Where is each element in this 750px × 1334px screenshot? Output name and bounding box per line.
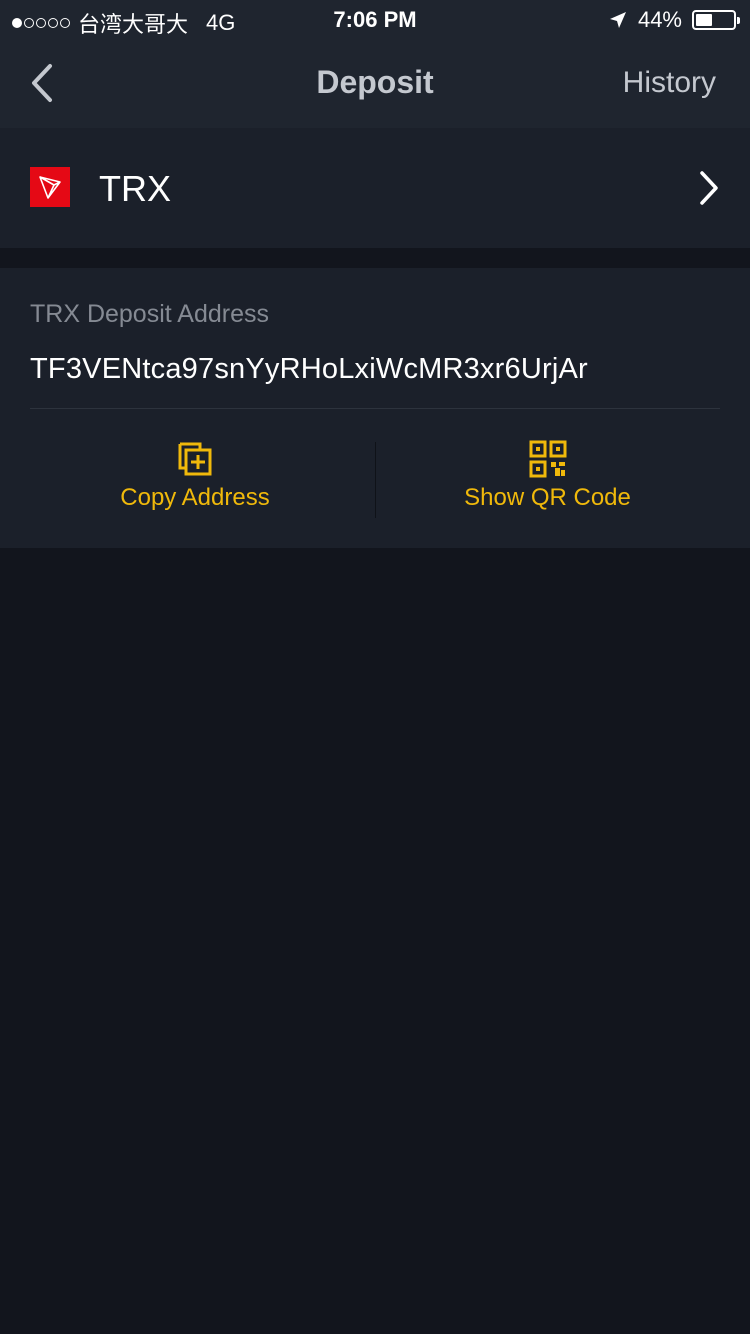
copy-address-button[interactable]: Copy Address: [15, 440, 375, 520]
deposit-address-value: TF3VENtca97snYyRHoLxiWcMR3xr6UrjAr: [30, 353, 588, 385]
divider: [30, 408, 720, 409]
coin-selector[interactable]: TRX: [0, 128, 750, 248]
battery-percent: 44%: [637, 7, 682, 32]
deposit-address-card: TRX Deposit Address TF3VENtca97snYyRHoLx…: [0, 268, 750, 548]
copy-address-label: Copy Address: [120, 484, 270, 511]
battery-level: [696, 14, 712, 26]
navigation-bar: Deposit History: [0, 40, 750, 128]
chevron-right-icon: [700, 171, 718, 205]
qr-code-icon: [529, 440, 566, 478]
coin-symbol: TRX: [99, 168, 171, 209]
history-button[interactable]: History: [623, 66, 716, 100]
deposit-address-label: TRX Deposit Address: [30, 300, 269, 328]
location-arrow-icon: [609, 12, 626, 28]
status-right: 44%: [608, 7, 740, 33]
show-qr-code-label: Show QR Code: [464, 484, 631, 511]
battery-icon: [692, 10, 740, 30]
status-bar: 台湾大哥大 4G 7:06 PM 44%: [0, 0, 750, 40]
show-qr-code-button[interactable]: Show QR Code: [375, 440, 720, 520]
copy-plus-icon: [178, 442, 212, 476]
tron-logo-icon: [30, 167, 70, 207]
